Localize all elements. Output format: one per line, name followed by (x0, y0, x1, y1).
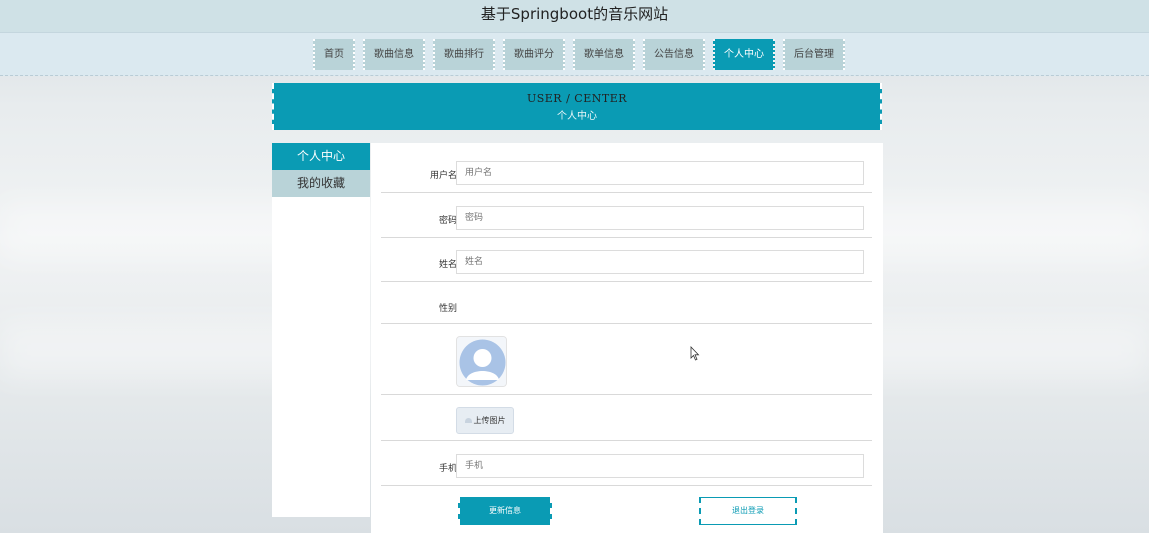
banner-title-cn: 个人中心 (557, 111, 597, 122)
form-row-avatar (381, 324, 872, 395)
name-input[interactable] (456, 250, 864, 274)
password-label: 密码 (438, 216, 457, 226)
avatar-image (456, 336, 507, 387)
banner-title-en: USER / CENTER (526, 92, 628, 105)
form-row-password: 密码 (381, 193, 872, 238)
nav-item-announcement[interactable]: 公告信息 (643, 39, 705, 70)
nav-item-playlist-info[interactable]: 歌单信息 (573, 39, 635, 70)
phone-input[interactable] (456, 454, 864, 478)
phone-label: 手机 (438, 464, 457, 474)
top-nav: 首页 歌曲信息 歌曲排行 歌曲评分 歌单信息 公告信息 个人中心 后台管理 (0, 32, 1149, 76)
cloud-upload-icon (464, 418, 472, 423)
username-label: 用户名 (429, 171, 457, 181)
upload-image-button[interactable]: 上传图片 (456, 407, 514, 434)
page-banner: USER / CENTER 个人中心 (272, 83, 882, 130)
update-info-button[interactable]: 更新信息 (458, 497, 552, 525)
name-label: 姓名 (438, 260, 457, 270)
password-input[interactable] (456, 206, 864, 230)
nav-item-user-center[interactable]: 个人中心 (713, 39, 775, 70)
form-row-name: 姓名 (381, 238, 872, 282)
form-row-phone: 手机 (381, 441, 872, 486)
nav-item-song-ranking[interactable]: 歌曲排行 (433, 39, 495, 70)
user-avatar-placeholder-icon (457, 337, 506, 386)
profile-form: 用户名 密码 姓名 性别 手机 上传图片 更新信息 退出登录 (371, 143, 883, 533)
site-title: 基于Springboot的音乐网站 (0, 0, 1149, 32)
nav-item-song-info[interactable]: 歌曲信息 (363, 39, 425, 70)
nav-item-song-rating[interactable]: 歌曲评分 (503, 39, 565, 70)
sidebar-item-favorites[interactable]: 我的收藏 (272, 170, 370, 197)
sidebar-item-user-center[interactable]: 个人中心 (272, 143, 370, 170)
form-row-upload (381, 395, 872, 441)
upload-image-label: 上传图片 (473, 416, 506, 425)
mouse-pointer-icon (690, 346, 700, 361)
username-input[interactable] (456, 161, 864, 185)
nav-item-admin[interactable]: 后台管理 (783, 39, 845, 70)
gender-label: 性别 (438, 304, 457, 314)
form-row-gender: 性别 (381, 282, 872, 324)
sidebar: 个人中心 我的收藏 (272, 143, 370, 517)
logout-button[interactable]: 退出登录 (699, 497, 797, 525)
nav-item-home[interactable]: 首页 (313, 39, 355, 70)
form-row-username: 用户名 (381, 143, 872, 193)
